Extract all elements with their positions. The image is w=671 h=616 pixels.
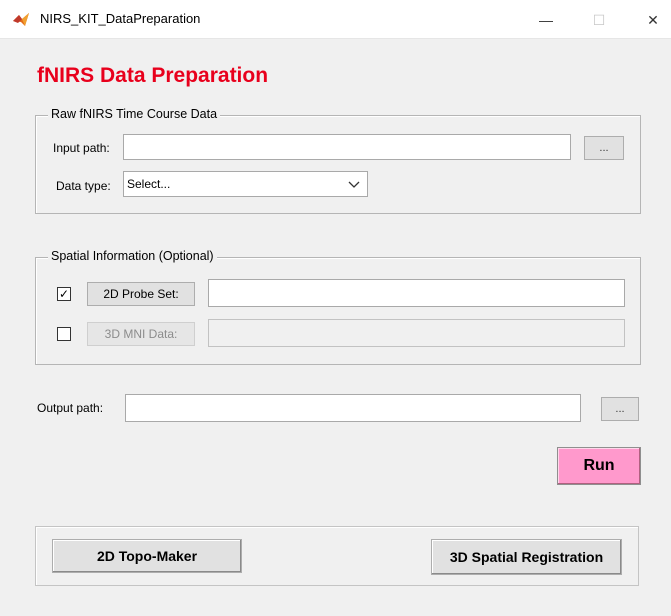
spatial-info-group	[35, 257, 641, 365]
raw-data-group	[35, 115, 641, 214]
output-path-label: Output path:	[37, 401, 104, 415]
title-bar: NIRS_KIT_DataPreparation — ☐ ✕	[0, 0, 671, 39]
data-type-label: Data type:	[56, 179, 111, 193]
input-path-field[interactable]	[123, 134, 571, 160]
probe-2d-checkbox[interactable]: ✓	[57, 287, 71, 301]
spatial-info-group-legend: Spatial Information (Optional)	[48, 249, 217, 263]
run-button[interactable]: Run	[557, 447, 641, 485]
output-browse-button[interactable]: ...	[601, 397, 639, 421]
raw-data-group-legend: Raw fNIRS Time Course Data	[48, 107, 221, 121]
minimize-button[interactable]: —	[523, 8, 569, 32]
probe-2d-set-label: 2D Probe Set:	[103, 287, 179, 301]
spatial-registration-button[interactable]: 3D Spatial Registration	[431, 539, 622, 575]
input-browse-label: ...	[599, 142, 609, 154]
mni-3d-checkbox[interactable]	[57, 327, 71, 341]
spatial-registration-label: 3D Spatial Registration	[449, 549, 604, 565]
check-icon: ✓	[58, 287, 70, 301]
maximize-button[interactable]: ☐	[576, 8, 622, 32]
maximize-icon: ☐	[592, 12, 606, 28]
page-title: fNIRS Data Preparation	[37, 64, 269, 87]
matlab-logo-icon	[13, 13, 29, 26]
close-icon: ✕	[647, 12, 659, 28]
probe-2d-path-field[interactable]	[208, 279, 625, 307]
probe-2d-set-button[interactable]: 2D Probe Set:	[87, 282, 195, 306]
mni-3d-data-label: 3D MNI Data:	[104, 327, 178, 341]
topo-maker-button[interactable]: 2D Topo-Maker	[52, 539, 242, 573]
minimize-icon: —	[539, 12, 553, 28]
run-label: Run	[583, 457, 615, 474]
data-type-select[interactable]: Select...	[123, 171, 368, 197]
window-title: NIRS_KIT_DataPreparation	[40, 11, 201, 26]
input-browse-button[interactable]: ...	[584, 136, 624, 160]
topo-maker-label: 2D Topo-Maker	[96, 548, 198, 564]
mni-3d-data-button[interactable]: 3D MNI Data:	[87, 322, 195, 346]
output-browse-label: ...	[615, 403, 625, 415]
data-type-selected: Select...	[127, 177, 171, 191]
output-path-field[interactable]	[125, 394, 581, 422]
chevron-down-icon	[348, 181, 360, 188]
close-button[interactable]: ✕	[630, 8, 671, 32]
mni-3d-path-field[interactable]	[208, 319, 625, 347]
input-path-label: Input path:	[53, 141, 110, 155]
